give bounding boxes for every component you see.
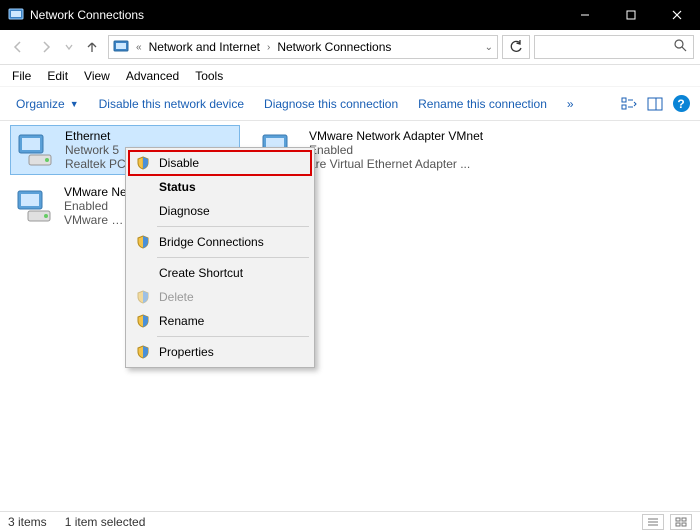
- address-bar[interactable]: « Network and Internet › Network Connect…: [108, 35, 498, 59]
- cmd-disable-device[interactable]: Disable this network device: [89, 93, 254, 115]
- cmd-more[interactable]: »: [557, 93, 584, 115]
- maximize-button[interactable]: [608, 0, 654, 30]
- help-button[interactable]: ?: [668, 91, 694, 117]
- separator: [157, 226, 309, 227]
- menu-file[interactable]: File: [4, 67, 39, 85]
- search-input[interactable]: [534, 35, 694, 59]
- refresh-button[interactable]: [502, 35, 530, 59]
- ctx-diagnose[interactable]: Diagnose: [129, 199, 311, 223]
- content-area: Ethernet Network 5 Realtek PCIe VMware N…: [0, 121, 700, 511]
- forward-button[interactable]: [34, 35, 58, 59]
- search-icon: [674, 39, 687, 55]
- status-bar: 3 items 1 item selected: [0, 511, 700, 531]
- ctx-rename[interactable]: Rename: [129, 309, 311, 333]
- cmd-diagnose[interactable]: Diagnose this connection: [254, 93, 408, 115]
- adapter-name: Ethernet: [65, 129, 136, 143]
- adapter-name: VMware Net: [64, 185, 128, 199]
- shield-icon: [133, 156, 153, 170]
- title-bar: Network Connections: [0, 0, 700, 30]
- shield-icon: [133, 235, 153, 249]
- separator: [157, 336, 309, 337]
- details-view-button[interactable]: [642, 514, 664, 530]
- cmd-organize[interactable]: Organize▼: [6, 93, 89, 115]
- chevron-right-icon: ›: [267, 42, 270, 53]
- separator: [157, 257, 309, 258]
- ctx-bridge[interactable]: Bridge Connections: [129, 230, 311, 254]
- adapter-status: Enabled: [64, 199, 128, 213]
- ctx-create-shortcut[interactable]: Create Shortcut: [129, 261, 311, 285]
- nav-bar: « Network and Internet › Network Connect…: [0, 30, 700, 65]
- view-options-button[interactable]: [616, 91, 642, 117]
- back-button[interactable]: [6, 35, 30, 59]
- menu-advanced[interactable]: Advanced: [118, 67, 187, 85]
- up-button[interactable]: [80, 35, 104, 59]
- ctx-status[interactable]: Status: [129, 175, 311, 199]
- icons-view-button[interactable]: [670, 514, 692, 530]
- chevron-icon: «: [136, 42, 142, 53]
- menu-bar: File Edit View Advanced Tools: [0, 65, 700, 87]
- breadcrumb-part[interactable]: Network and Internet: [149, 40, 260, 54]
- window-title: Network Connections: [30, 8, 562, 22]
- recent-button[interactable]: [62, 35, 76, 59]
- preview-pane-button[interactable]: [642, 91, 668, 117]
- shield-icon: [133, 345, 153, 359]
- adapter-name: VMware Network Adapter VMnet1: [309, 129, 483, 143]
- adapter-item-vmnet8[interactable]: VMware Net Enabled VMware Virt: [10, 181, 130, 231]
- menu-edit[interactable]: Edit: [39, 67, 76, 85]
- adapter-device: are Virtual Ethernet Adapter ...: [309, 157, 483, 171]
- context-menu: Disable Status Diagnose Bridge Connectio…: [125, 147, 315, 368]
- ctx-delete: Delete: [129, 285, 311, 309]
- ctx-disable[interactable]: Disable: [129, 151, 311, 175]
- network-adapter-icon: [12, 185, 60, 227]
- network-adapter-icon: [13, 129, 61, 171]
- app-icon: [8, 7, 24, 23]
- address-dropdown-icon[interactable]: ⌄: [485, 42, 493, 53]
- menu-view[interactable]: View: [76, 67, 118, 85]
- menu-tools[interactable]: Tools: [187, 67, 231, 85]
- adapter-status: Enabled: [309, 143, 483, 157]
- chevron-down-icon: ▼: [70, 99, 79, 109]
- shield-icon: [133, 314, 153, 328]
- command-bar: Organize▼ Disable this network device Di…: [0, 87, 700, 121]
- breadcrumb-part[interactable]: Network Connections: [277, 40, 391, 54]
- ctx-properties[interactable]: Properties: [129, 340, 311, 364]
- folder-icon: [113, 38, 129, 57]
- close-button[interactable]: [654, 0, 700, 30]
- adapter-device: VMware Virt: [64, 213, 128, 227]
- selection-count: 1 item selected: [65, 515, 146, 529]
- shield-icon: [133, 290, 153, 304]
- minimize-button[interactable]: [562, 0, 608, 30]
- item-count: 3 items: [8, 515, 47, 529]
- cmd-rename[interactable]: Rename this connection: [408, 93, 557, 115]
